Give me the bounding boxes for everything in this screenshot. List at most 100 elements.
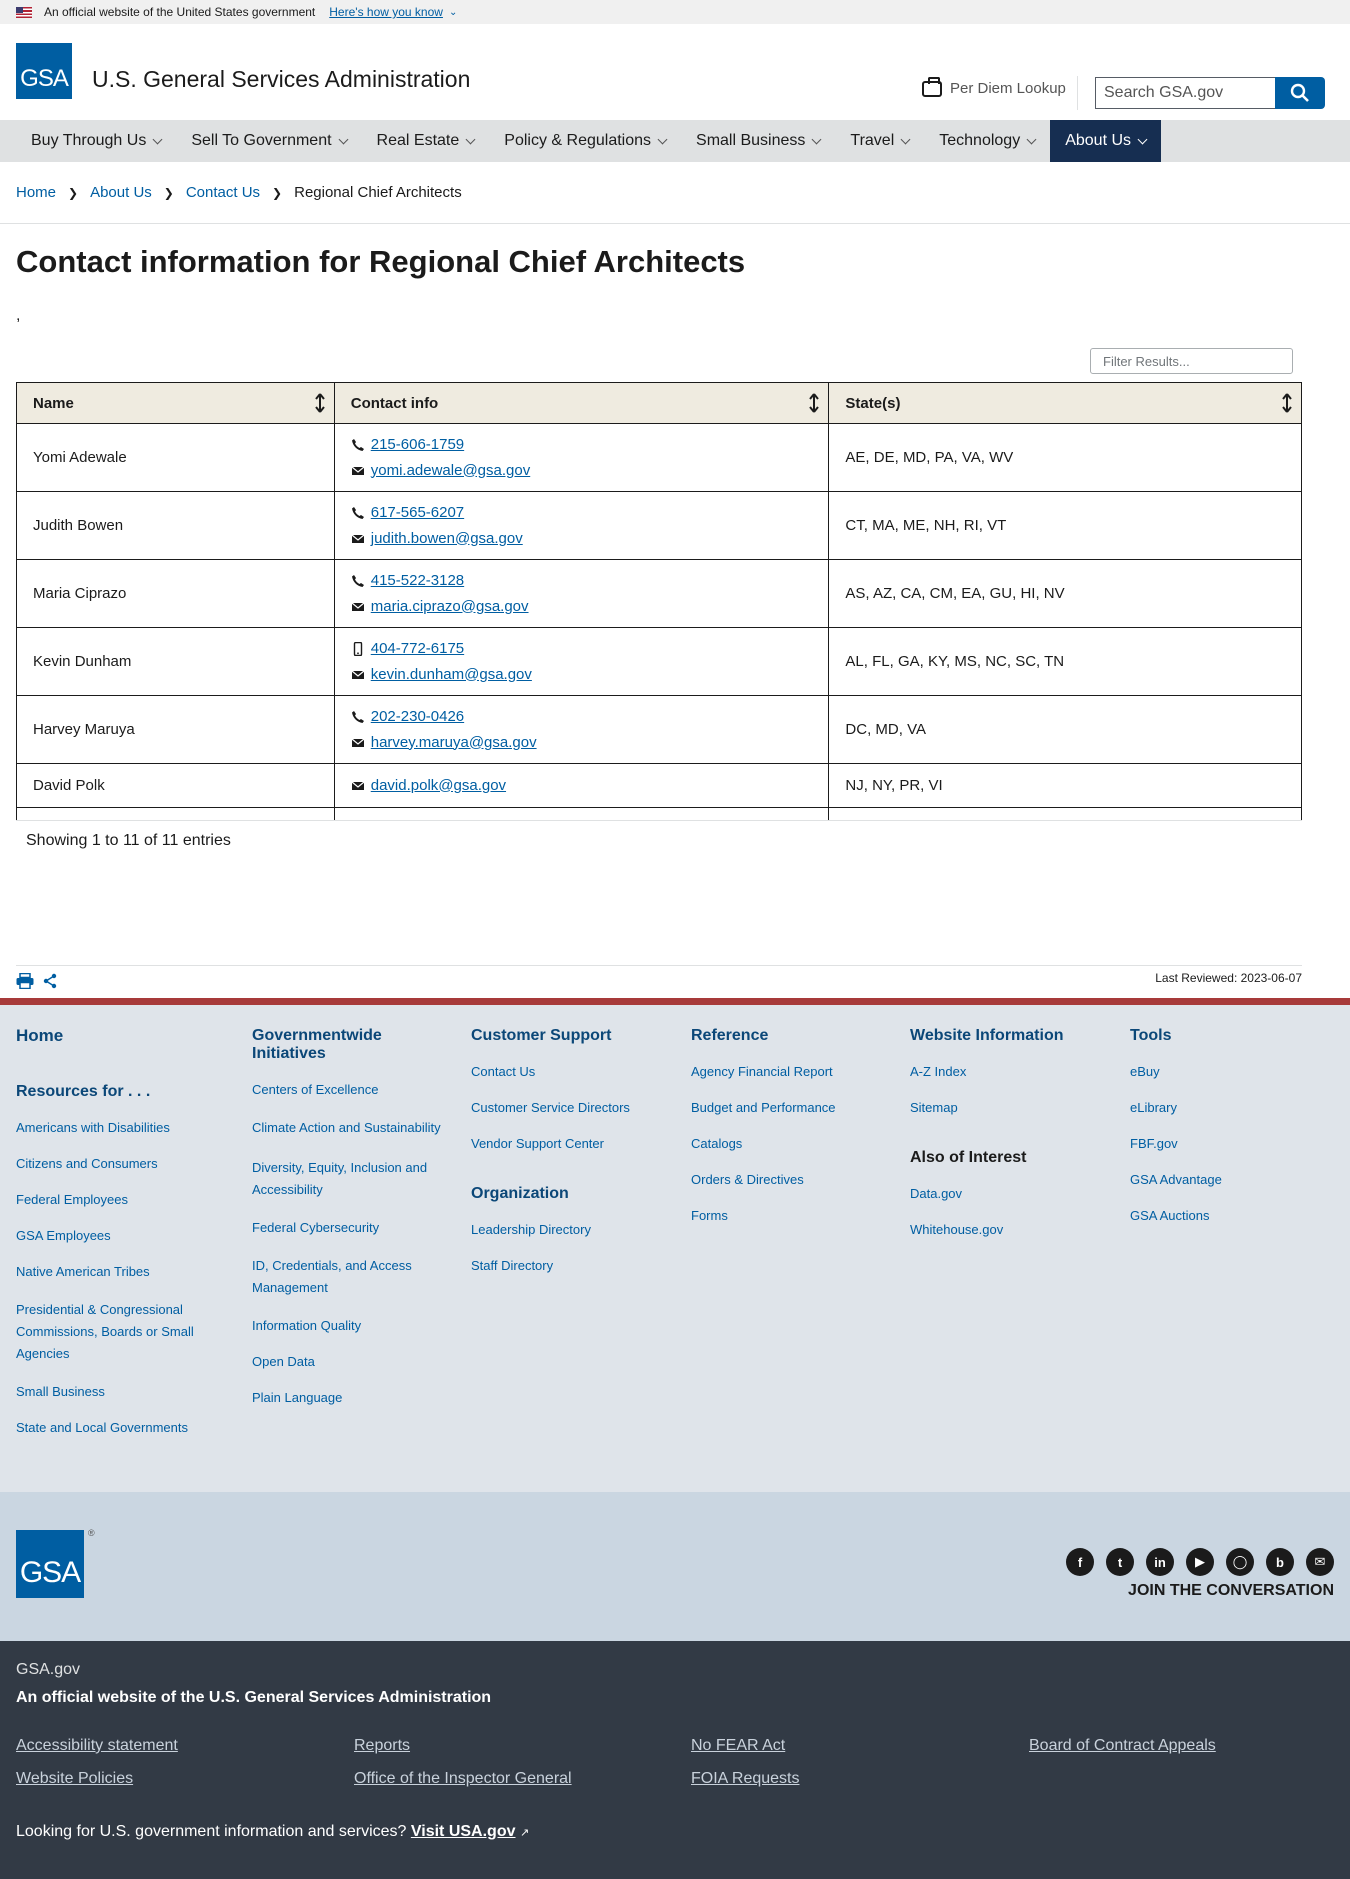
footer-legal-link[interactable]: Accessibility statement: [16, 1737, 178, 1755]
twitter-icon[interactable]: t: [1106, 1548, 1134, 1576]
footer-link[interactable]: Diversity, Equity, Inclusion and Accessi…: [252, 1157, 442, 1201]
footer-legal-link[interactable]: FOIA Requests: [691, 1770, 800, 1788]
breadcrumb-home[interactable]: Home: [16, 184, 56, 201]
nav-travel[interactable]: Travel: [835, 120, 924, 162]
nav-about-us[interactable]: About Us: [1050, 120, 1162, 162]
column-header-contact[interactable]: Contact info: [333, 382, 830, 424]
facebook-icon[interactable]: f: [1066, 1548, 1094, 1576]
footer-link[interactable]: Federal Cybersecurity: [252, 1219, 442, 1237]
footer-link[interactable]: State and Local Governments: [16, 1419, 216, 1437]
email-link[interactable]: harvey.maruya@gsa.gov: [371, 730, 537, 756]
nav-buy-through-us[interactable]: Buy Through Us: [16, 120, 176, 162]
footer-link[interactable]: Contact Us: [471, 1063, 671, 1081]
nav-technology[interactable]: Technology: [924, 120, 1050, 162]
footer-link[interactable]: Native American Tribes: [16, 1263, 216, 1281]
gsa-logo[interactable]: GSA: [16, 43, 72, 99]
email-icon: [351, 534, 365, 543]
footer-link[interactable]: Information Quality: [252, 1317, 442, 1335]
footer-link[interactable]: Customer Service Directors: [471, 1099, 671, 1117]
footer-link[interactable]: Staff Directory: [471, 1257, 671, 1275]
footer-link[interactable]: GSA Employees: [16, 1227, 216, 1245]
cell-states: NJ, NY, PR, VI: [828, 763, 1302, 808]
email-icon[interactable]: ✉: [1306, 1548, 1334, 1576]
share-icon[interactable]: [42, 973, 58, 989]
how-you-know-link[interactable]: Here's how you know: [329, 5, 443, 19]
footer-link[interactable]: Orders & Directives: [691, 1171, 891, 1189]
footer-legal-link[interactable]: Reports: [354, 1737, 410, 1755]
site-title[interactable]: U.S. General Services Administration: [92, 68, 470, 91]
footer-link[interactable]: Vendor Support Center: [471, 1135, 671, 1153]
footer-link[interactable]: eLibrary: [1130, 1099, 1330, 1117]
footer-link[interactable]: Presidential & Congressional Commissions…: [16, 1299, 206, 1365]
search-input[interactable]: [1095, 77, 1275, 109]
footer-link[interactable]: Centers of Excellence: [252, 1081, 442, 1099]
footer-link[interactable]: Citizens and Consumers: [16, 1155, 216, 1173]
email-link[interactable]: yomi.adewale@gsa.gov: [371, 458, 530, 484]
instagram-icon[interactable]: ◯: [1226, 1548, 1254, 1576]
email-link[interactable]: kevin.dunham@gsa.gov: [371, 662, 532, 688]
footer-link[interactable]: ID, Credentials, and Access Management: [252, 1255, 442, 1299]
footer-link[interactable]: Forms: [691, 1207, 891, 1225]
footer-link[interactable]: Open Data: [252, 1353, 442, 1371]
footer-link[interactable]: GSA Advantage: [1130, 1171, 1330, 1189]
architects-table-scroll[interactable]: Name Contact info State(s) Yomi Adewale …: [16, 382, 1302, 821]
cell-states: AE, DE, MD, PA, VA, WV: [828, 423, 1302, 492]
sort-icon[interactable]: [1281, 392, 1293, 414]
visit-usa-gov-link[interactable]: Visit USA.gov: [411, 1823, 516, 1840]
footer-link[interactable]: A-Z Index: [910, 1063, 1110, 1081]
phone-link[interactable]: 617-565-6207: [371, 500, 464, 526]
footer-link[interactable]: eBuy: [1130, 1063, 1330, 1081]
search-button[interactable]: [1275, 77, 1325, 109]
table-row: Kevin Dunham 404-772-6175 kevin.dunham@g…: [16, 627, 1302, 696]
sort-icon[interactable]: [314, 392, 326, 414]
footer-legal-link[interactable]: Office of the Inspector General: [354, 1770, 572, 1788]
footer-link[interactable]: Federal Employees: [16, 1191, 216, 1209]
footer-link[interactable]: GSA Auctions: [1130, 1207, 1330, 1225]
footer-legal-link[interactable]: Board of Contract Appeals: [1029, 1737, 1216, 1755]
footer-legal-link[interactable]: No FEAR Act: [691, 1737, 785, 1755]
footer-legal-link[interactable]: Website Policies: [16, 1770, 133, 1788]
phone-link[interactable]: 415-522-3128: [371, 568, 464, 594]
chevron-down-icon[interactable]: ⌄: [449, 7, 457, 18]
footer-link[interactable]: Climate Action and Sustainability: [252, 1117, 442, 1139]
footer-gsa-logo[interactable]: GSA: [16, 1530, 84, 1598]
footer-link[interactable]: Data.gov: [910, 1185, 1110, 1203]
table-row: David Polk david.polk@gsa.gov NJ, NY, PR…: [16, 763, 1302, 808]
phone-link[interactable]: 202-230-0426: [371, 704, 464, 730]
footer-link[interactable]: Agency Financial Report: [691, 1063, 891, 1081]
footer-link[interactable]: Budget and Performance: [691, 1099, 891, 1117]
footer-link[interactable]: Whitehouse.gov: [910, 1221, 1110, 1239]
nav-sell-to-government[interactable]: Sell To Government: [176, 120, 361, 162]
sort-icon[interactable]: [808, 392, 820, 414]
footer-link[interactable]: Small Business: [16, 1383, 216, 1401]
youtube-icon[interactable]: ▶: [1186, 1548, 1214, 1576]
footer-link[interactable]: Leadership Directory: [471, 1221, 671, 1239]
phone-link[interactable]: 215-606-1759: [371, 432, 464, 458]
per-diem-link[interactable]: Per Diem Lookup: [922, 76, 1066, 97]
column-header-name[interactable]: Name: [16, 382, 335, 424]
email-link[interactable]: judith.bowen@gsa.gov: [371, 526, 523, 552]
footer-link[interactable]: Sitemap: [910, 1099, 1110, 1117]
footer-link[interactable]: Americans with Disabilities: [16, 1119, 216, 1137]
footer-link[interactable]: FBF.gov: [1130, 1135, 1330, 1153]
nav-policy-regulations[interactable]: Policy & Regulations: [489, 120, 681, 162]
footer-home-link[interactable]: Home: [16, 1027, 216, 1045]
email-link[interactable]: maria.ciprazo@gsa.gov: [371, 594, 529, 620]
email-link[interactable]: david.polk@gsa.gov: [371, 773, 506, 799]
breadcrumb-about-us[interactable]: About Us: [90, 184, 152, 201]
footer-link[interactable]: Plain Language: [252, 1389, 442, 1407]
breadcrumb-contact-us[interactable]: Contact Us: [186, 184, 260, 201]
linkedin-icon[interactable]: in: [1146, 1548, 1174, 1576]
cell-contact: [333, 807, 830, 820]
footer-link[interactable]: Catalogs: [691, 1135, 891, 1153]
phone-icon: [351, 574, 364, 587]
nav-small-business[interactable]: Small Business: [681, 120, 835, 162]
print-icon[interactable]: [16, 973, 34, 989]
blog-icon[interactable]: b: [1266, 1548, 1294, 1576]
nav-real-estate[interactable]: Real Estate: [362, 120, 490, 162]
chevron-down-icon: [338, 134, 348, 145]
table-row: Judith Bowen 617-565-6207 judith.bowen@g…: [16, 491, 1302, 560]
phone-link[interactable]: 404-772-6175: [371, 636, 464, 662]
filter-results-input[interactable]: [1090, 348, 1293, 374]
column-header-states[interactable]: State(s): [828, 382, 1302, 424]
